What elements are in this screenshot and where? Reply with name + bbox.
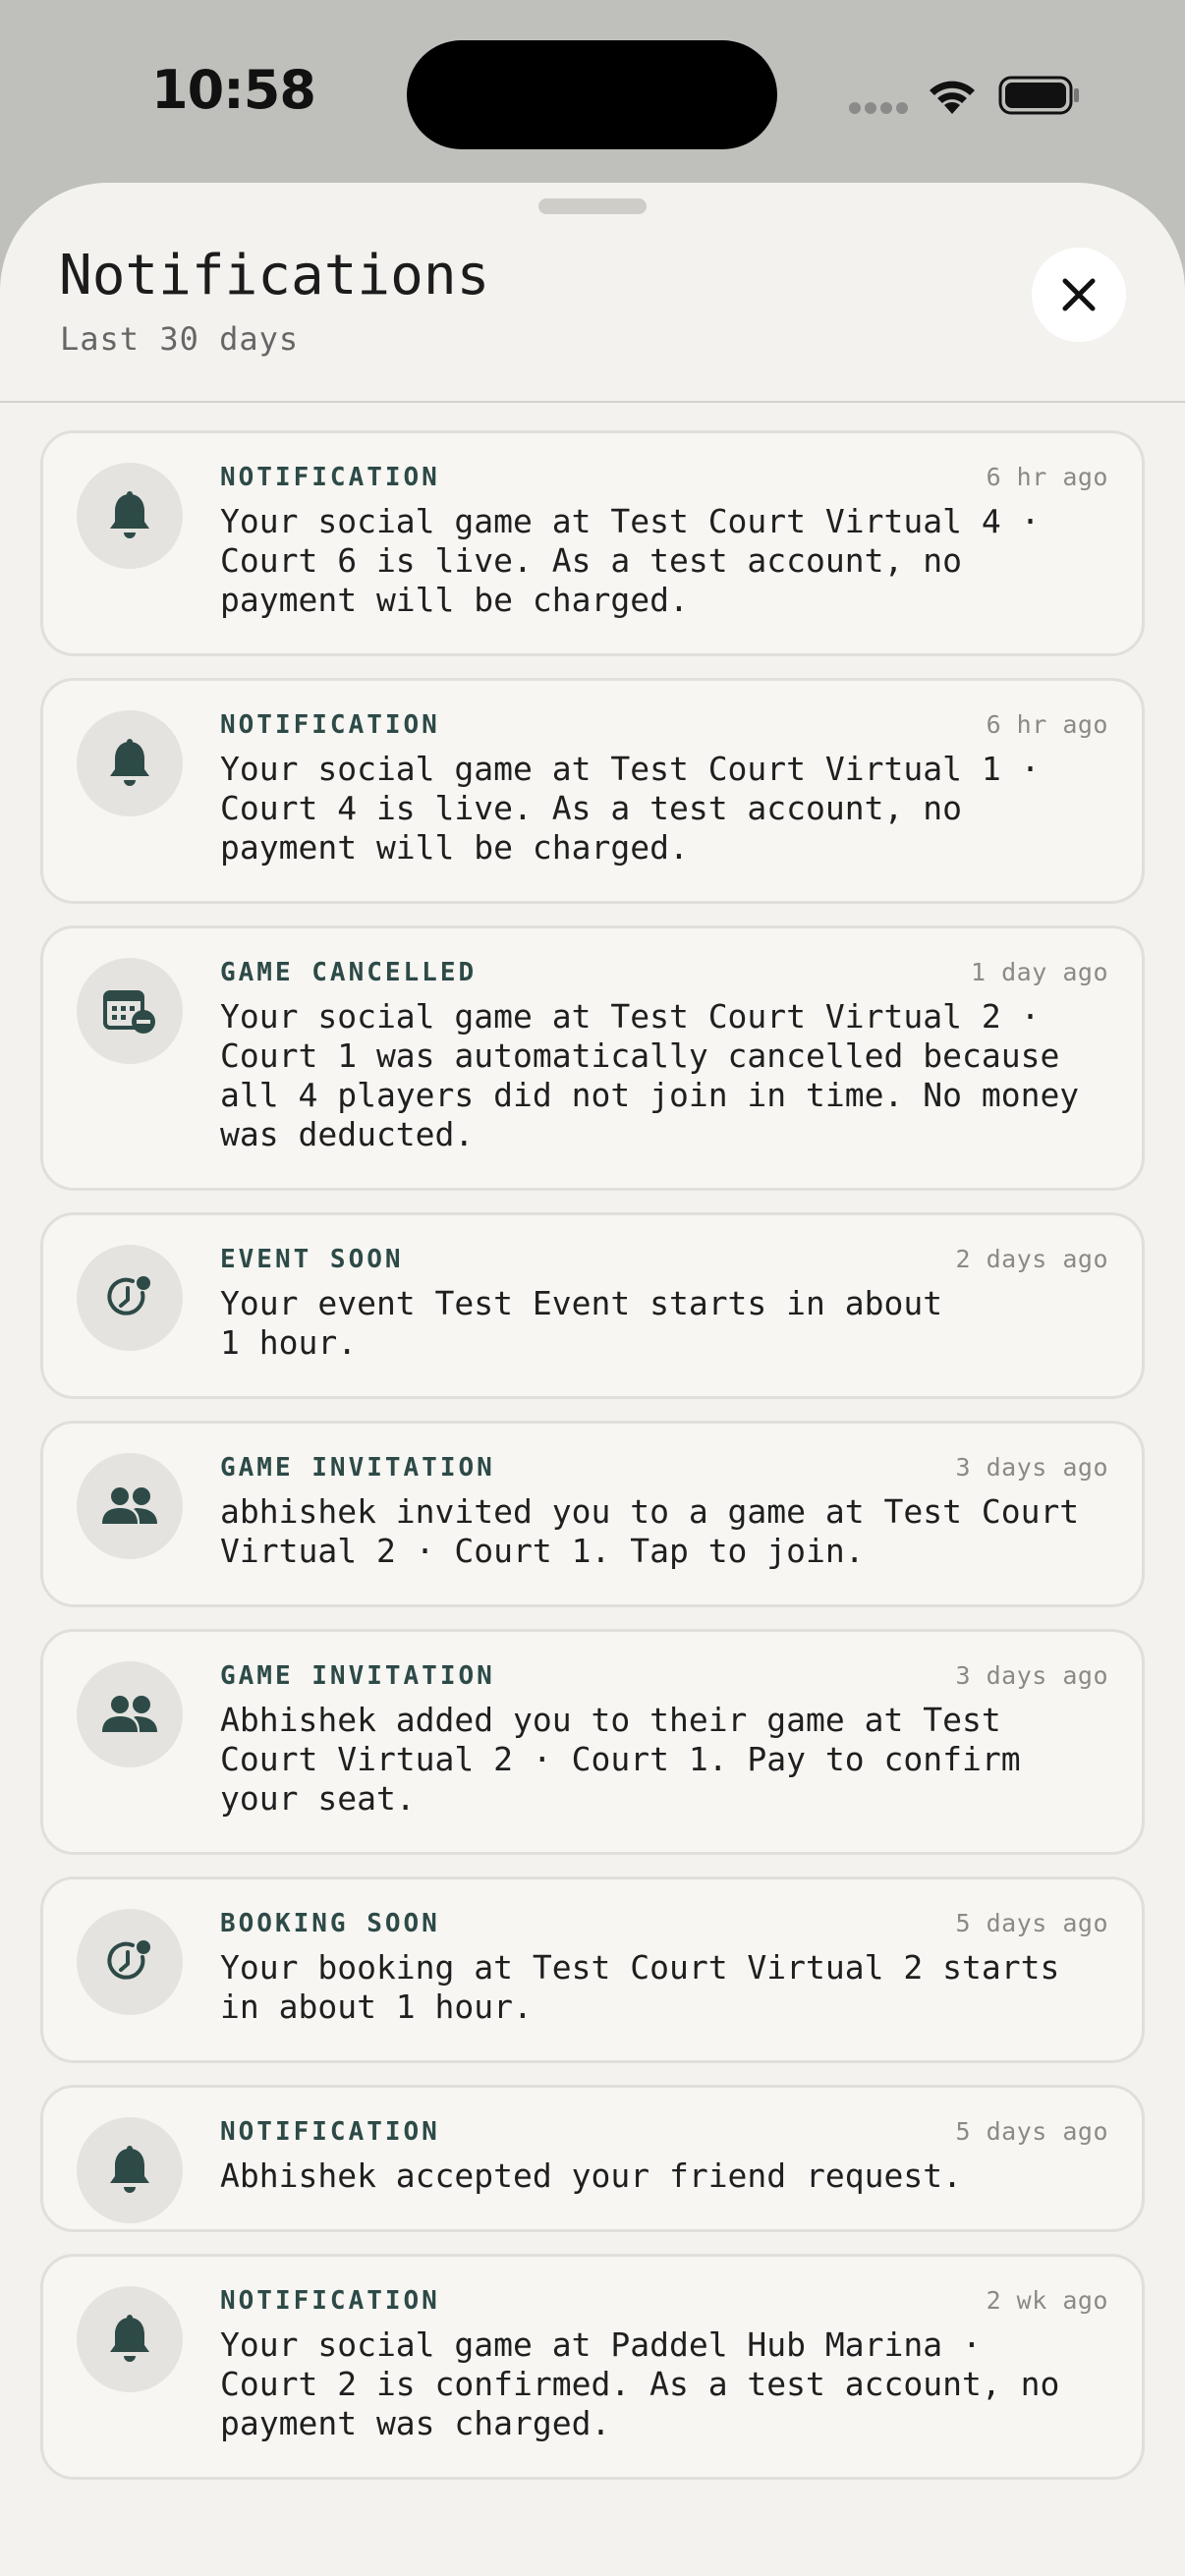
notification-header: NOTIFICATION 6 hr ago [220, 463, 1108, 502]
notification-type: GAME INVITATION [220, 1453, 495, 1483]
clock-alert-icon [107, 1940, 150, 1980]
notification-timestamp: 1 day ago [971, 958, 1108, 986]
notification-message: Your social game at Paddel Hub Marina · … [220, 2325, 1060, 2442]
notification-icon-badge [77, 2286, 183, 2392]
notification-timestamp: 3 days ago [955, 1661, 1108, 1690]
dynamic-island [407, 40, 777, 149]
notification-icon-badge [77, 958, 183, 1064]
notification-icon-badge [77, 2117, 183, 2223]
bell-icon [110, 491, 149, 538]
notification-type: NOTIFICATION [220, 710, 440, 740]
group-icon [102, 1696, 157, 1732]
notification-timestamp: 2 days ago [955, 1245, 1108, 1273]
notification-card[interactable]: NOTIFICATION 5 days ago Abhishek accepted … [40, 2085, 1145, 2232]
notification-type: GAME CANCELLED [220, 958, 478, 987]
notification-header: BOOKING SOON 5 days ago [220, 1909, 1108, 1948]
page-subtitle: Last 30 days [60, 320, 300, 358]
notification-type: NOTIFICATION [220, 2286, 440, 2316]
notification-type: GAME INVITATION [220, 1661, 495, 1691]
bell-icon [110, 2146, 149, 2193]
close-button[interactable] [1032, 248, 1126, 342]
notification-card[interactable]: EVENT SOON 2 days ago Your event Test Even… [40, 1212, 1145, 1399]
notification-message: Abhishek added you to their game at Test… [220, 1701, 1021, 1818]
notification-icon-badge [77, 710, 183, 816]
notification-message: Your event Test Event starts in about 1 … [220, 1284, 943, 1362]
notification-icon-badge [77, 1909, 183, 2015]
notification-card[interactable]: NOTIFICATION 2 wk ago Your social game at … [40, 2254, 1145, 2480]
bell-icon [110, 2315, 149, 2362]
notification-type: BOOKING SOON [220, 1909, 440, 1938]
notification-icon-badge [77, 1661, 183, 1767]
notification-card[interactable]: NOTIFICATION 6 hr ago Your social game at … [40, 430, 1145, 656]
notification-message: Abhishek accepted your friend request. [220, 2156, 962, 2195]
notification-icon-badge [77, 1453, 183, 1559]
status-time: 10:58 [151, 59, 316, 121]
notification-message: abhishek invited you to a game at Test C… [220, 1492, 1080, 1570]
notification-header: NOTIFICATION 6 hr ago [220, 710, 1108, 750]
notification-message: Your social game at Test Court Virtual 4… [220, 502, 1041, 619]
bell-icon [110, 739, 149, 786]
notification-card[interactable]: GAME CANCELLED 1 day ago Your social game … [40, 925, 1145, 1191]
notification-card[interactable]: GAME INVITATION 3 days ago abhishek invite… [40, 1421, 1145, 1607]
calendar-cancel-icon [103, 990, 155, 1034]
sheet-header: Notifications Last 30 days [0, 183, 1185, 403]
group-icon [102, 1487, 157, 1524]
wifi-icon [924, 75, 981, 116]
cellular-signal-icon [849, 102, 908, 116]
notification-timestamp: 6 hr ago [986, 463, 1108, 491]
notifications-sheet: Notifications Last 30 days NOTIFICATION 6… [0, 183, 1185, 2576]
notification-type: NOTIFICATION [220, 2117, 440, 2147]
notification-timestamp: 5 days ago [955, 2117, 1108, 2146]
notification-timestamp: 3 days ago [955, 1453, 1108, 1482]
notification-type: EVENT SOON [220, 1245, 404, 1274]
notification-header: NOTIFICATION 5 days ago [220, 2117, 1108, 2156]
notification-header: GAME CANCELLED 1 day ago [220, 958, 1108, 997]
notification-type: NOTIFICATION [220, 463, 440, 492]
notification-header: NOTIFICATION 2 wk ago [220, 2286, 1108, 2325]
notification-icon-badge [77, 463, 183, 569]
clock-alert-icon [107, 1276, 150, 1316]
notification-message: Your booking at Test Court Virtual 2 sta… [220, 1948, 1060, 2026]
status-bar: 10:58 [0, 0, 1185, 187]
notification-timestamp: 2 wk ago [986, 2286, 1108, 2315]
notification-timestamp: 6 hr ago [986, 710, 1108, 739]
battery-icon [998, 75, 1081, 116]
notification-header: GAME INVITATION 3 days ago [220, 1453, 1108, 1492]
close-icon [1062, 278, 1096, 311]
notification-message: Your social game at Test Court Virtual 1… [220, 750, 1041, 867]
notification-card[interactable]: BOOKING SOON 5 days ago Your booking at Te… [40, 1876, 1145, 2063]
notification-card[interactable]: GAME INVITATION 3 days ago Abhishek added … [40, 1629, 1145, 1855]
notification-icon-badge [77, 1245, 183, 1351]
notification-message: Your social game at Test Court Virtual 2… [220, 997, 1080, 1153]
notification-card[interactable]: NOTIFICATION 6 hr ago Your social game at … [40, 678, 1145, 904]
notification-header: GAME INVITATION 3 days ago [220, 1661, 1108, 1701]
page-title: Notifications [59, 244, 490, 308]
notifications-list: NOTIFICATION 6 hr ago Your social game at … [40, 430, 1145, 2501]
notification-timestamp: 5 days ago [955, 1909, 1108, 1937]
notification-header: EVENT SOON 2 days ago [220, 1245, 1108, 1284]
